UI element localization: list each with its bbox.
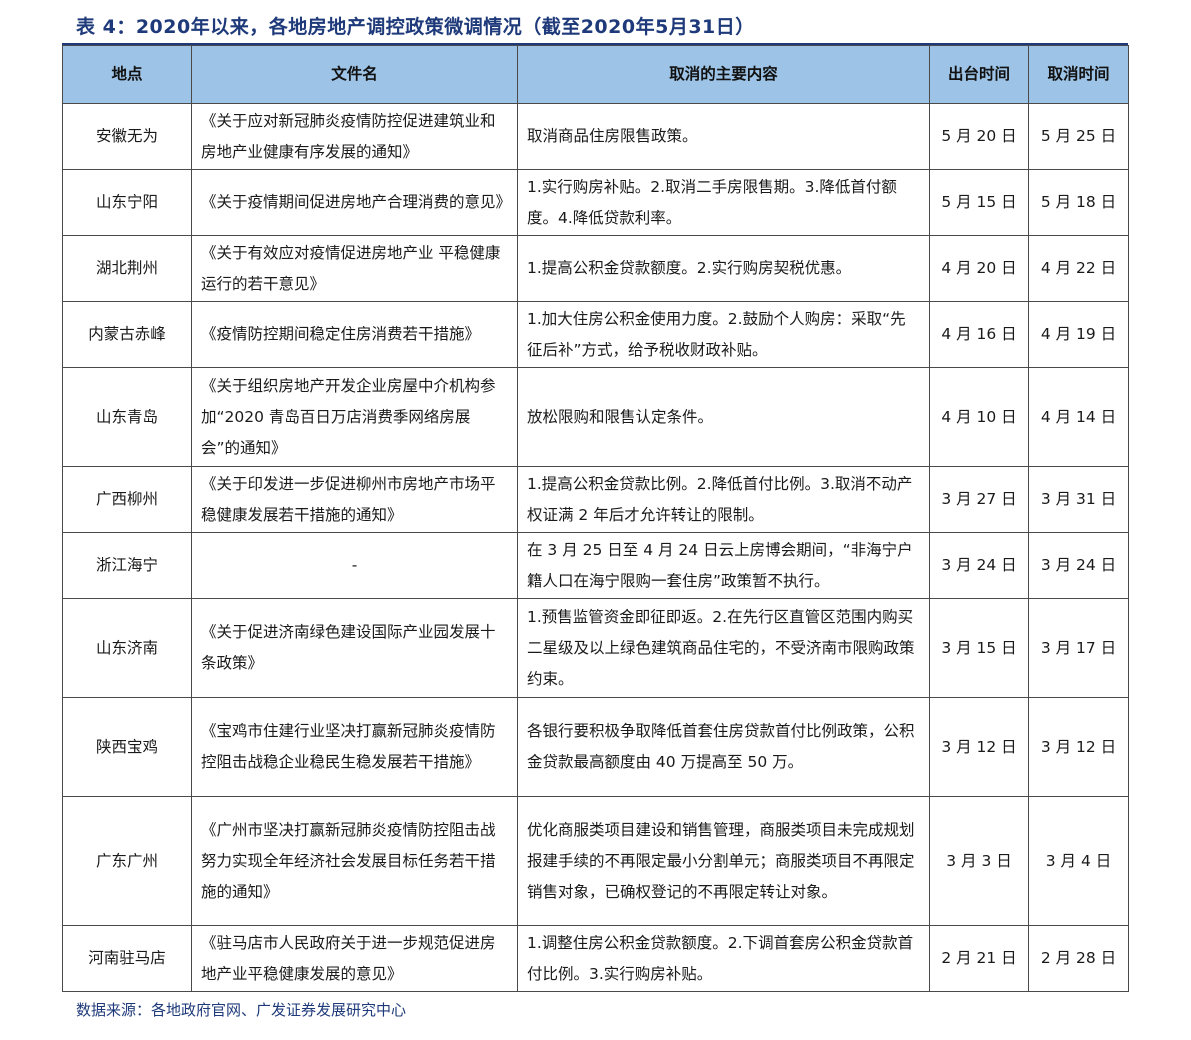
- cell-place: 山东宁阳: [62, 169, 192, 236]
- cell-issued: 4 月 16 日: [929, 301, 1029, 368]
- cell-place: 山东济南: [62, 598, 192, 698]
- cell-doc: 《疫情防控期间稳定住房消费若干措施》: [191, 301, 518, 368]
- cell-place: 山东青岛: [62, 367, 192, 467]
- cell-issued: 4 月 10 日: [929, 367, 1029, 467]
- cell-place: 广西柳州: [62, 466, 192, 533]
- header-issued: 出台时间: [929, 45, 1029, 104]
- cell-issued: 5 月 20 日: [929, 103, 1029, 170]
- table-row: 山东济南 《关于促进济南绿色建设国际产业园发展十条政策》 1.预售监管资金即征即…: [62, 598, 1129, 698]
- cell-issued: 3 月 27 日: [929, 466, 1029, 533]
- cell-place: 广东广州: [62, 796, 192, 926]
- cell-place: 陕西宝鸡: [62, 697, 192, 797]
- policy-table: 地点 文件名 取消的主要内容 出台时间 取消时间 安徽无为 《关于应对新冠肺炎疫…: [62, 45, 1129, 992]
- cell-content: 各银行要积极争取降低首套住房贷款首付比例政策，公积金贷款最高额度由 40 万提高…: [517, 697, 930, 797]
- cell-place: 安徽无为: [62, 103, 192, 170]
- table-row: 湖北荆州 《关于有效应对疫情促进房地产业 平稳健康运行的若干意见》 1.提高公积…: [62, 235, 1129, 302]
- cell-cancelled: 3 月 4 日: [1028, 796, 1129, 926]
- cell-cancelled: 2 月 28 日: [1028, 925, 1129, 992]
- cell-issued: 3 月 15 日: [929, 598, 1029, 698]
- table-row: 山东宁阳 《关于疫情期间促进房地产合理消费的意见》 1.实行购房补贴。2.取消二…: [62, 169, 1129, 236]
- table-row: 陕西宝鸡 《宝鸡市住建行业坚决打赢新冠肺炎疫情防控阻击战稳企业稳民生稳发展若干措…: [62, 697, 1129, 797]
- cell-content: 1.调整住房公积金贷款额度。2.下调首套房公积金贷款首付比例。3.实行购房补贴。: [517, 925, 930, 992]
- cell-cancelled: 4 月 22 日: [1028, 235, 1129, 302]
- cell-doc: 《关于促进济南绿色建设国际产业园发展十条政策》: [191, 598, 518, 698]
- cell-cancelled: 5 月 25 日: [1028, 103, 1129, 170]
- cell-doc: 《关于有效应对疫情促进房地产业 平稳健康运行的若干意见》: [191, 235, 518, 302]
- cell-content: 优化商服类项目建设和销售管理，商服类项目未完成规划报建手续的不再限定最小分割单元…: [517, 796, 930, 926]
- table-row: 广西柳州 《关于印发进一步促进柳州市房地产市场平稳健康发展若干措施的通知》 1.…: [62, 466, 1129, 533]
- table-title: 表 4：2020年以来，各地房地产调控政策微调情况（截至2020年5月31日）: [76, 16, 755, 38]
- cell-content: 取消商品住房限售政策。: [517, 103, 930, 170]
- table-row: 河南驻马店 《驻马店市人民政府关于进一步规范促进房地产业平稳健康发展的意见》 1…: [62, 925, 1129, 992]
- cell-doc: 《关于印发进一步促进柳州市房地产市场平稳健康发展若干措施的通知》: [191, 466, 518, 533]
- table-row: 安徽无为 《关于应对新冠肺炎疫情防控促进建筑业和房地产业健康有序发展的通知》 取…: [62, 103, 1129, 170]
- cell-issued: 3 月 24 日: [929, 532, 1029, 599]
- cell-doc: 《广州市坚决打赢新冠肺炎疫情防控阻击战努力实现全年经济社会发展目标任务若干措施的…: [191, 796, 518, 926]
- table-row: 内蒙古赤峰 《疫情防控期间稳定住房消费若干措施》 1.加大住房公积金使用力度。2…: [62, 301, 1129, 368]
- cell-place: 内蒙古赤峰: [62, 301, 192, 368]
- cell-content: 放松限购和限售认定条件。: [517, 367, 930, 467]
- cell-cancelled: 3 月 24 日: [1028, 532, 1129, 599]
- header-place: 地点: [62, 45, 192, 104]
- cell-content: 1.提高公积金贷款比例。2.降低首付比例。3.取消不动产权证满 2 年后才允许转…: [517, 466, 930, 533]
- cell-doc: 《宝鸡市住建行业坚决打赢新冠肺炎疫情防控阻击战稳企业稳民生稳发展若干措施》: [191, 697, 518, 797]
- cell-cancelled: 5 月 18 日: [1028, 169, 1129, 236]
- cell-content: 在 3 月 25 日至 4 月 24 日云上房博会期间，“非海宁户籍人口在海宁限…: [517, 532, 930, 599]
- cell-issued: 4 月 20 日: [929, 235, 1029, 302]
- cell-place: 河南驻马店: [62, 925, 192, 992]
- header-row: 地点 文件名 取消的主要内容 出台时间 取消时间: [62, 45, 1129, 104]
- cell-cancelled: 3 月 17 日: [1028, 598, 1129, 698]
- source-note: 数据来源：各地政府官网、广发证券发展研究中心: [76, 1001, 407, 1019]
- cell-issued: 5 月 15 日: [929, 169, 1029, 236]
- cell-cancelled: 3 月 31 日: [1028, 466, 1129, 533]
- cell-cancelled: 3 月 12 日: [1028, 697, 1129, 797]
- table-row: 山东青岛 《关于组织房地产开发企业房屋中介机构参加“2020 青岛百日万店消费季…: [62, 367, 1129, 467]
- cell-issued: 3 月 3 日: [929, 796, 1029, 926]
- cell-doc: 《关于组织房地产开发企业房屋中介机构参加“2020 青岛百日万店消费季网络房展会…: [191, 367, 518, 467]
- header-content: 取消的主要内容: [517, 45, 930, 104]
- cell-doc: 《关于应对新冠肺炎疫情防控促进建筑业和房地产业健康有序发展的通知》: [191, 103, 518, 170]
- cell-content: 1.实行购房补贴。2.取消二手房限售期。3.降低首付额度。4.降低贷款利率。: [517, 169, 930, 236]
- cell-cancelled: 4 月 14 日: [1028, 367, 1129, 467]
- table-row: 广东广州 《广州市坚决打赢新冠肺炎疫情防控阻击战努力实现全年经济社会发展目标任务…: [62, 796, 1129, 926]
- cell-place: 浙江海宁: [62, 532, 192, 599]
- cell-content: 1.加大住房公积金使用力度。2.鼓励个人购房：采取“先征后补”方式，给予税收财政…: [517, 301, 930, 368]
- cell-issued: 2 月 21 日: [929, 925, 1029, 992]
- cell-doc: 《驻马店市人民政府关于进一步规范促进房地产业平稳健康发展的意见》: [191, 925, 518, 992]
- header-cancelled: 取消时间: [1028, 45, 1129, 104]
- cell-cancelled: 4 月 19 日: [1028, 301, 1129, 368]
- cell-doc: -: [191, 532, 518, 599]
- table-row: 浙江海宁 - 在 3 月 25 日至 4 月 24 日云上房博会期间，“非海宁户…: [62, 532, 1129, 599]
- header-doc: 文件名: [191, 45, 518, 104]
- cell-content: 1.提高公积金贷款额度。2.实行购房契税优惠。: [517, 235, 930, 302]
- cell-issued: 3 月 12 日: [929, 697, 1029, 797]
- cell-content: 1.预售监管资金即征即返。2.在先行区直管区范围内购买二星级及以上绿色建筑商品住…: [517, 598, 930, 698]
- cell-doc: 《关于疫情期间促进房地产合理消费的意见》: [191, 169, 518, 236]
- cell-place: 湖北荆州: [62, 235, 192, 302]
